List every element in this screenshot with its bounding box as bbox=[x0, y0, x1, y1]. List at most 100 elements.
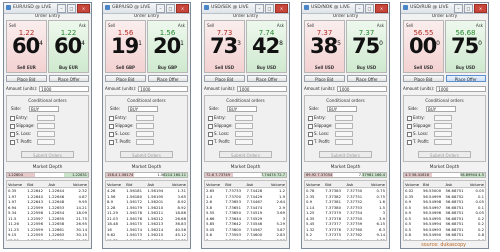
sell-quote-button[interactable]: Sell 56.55 00 0 Sell USD bbox=[403, 20, 444, 73]
stop-loss-input[interactable] bbox=[136, 131, 154, 137]
window-controls: – □ × bbox=[454, 4, 487, 13]
depth-row: 12.25 1.22596 1.22665 51.62 bbox=[7, 238, 88, 241]
slippage-checkbox[interactable] bbox=[308, 124, 313, 129]
slippage-input[interactable] bbox=[136, 123, 154, 129]
slippage-checkbox[interactable] bbox=[109, 124, 114, 129]
maximize-icon[interactable]: □ bbox=[67, 4, 76, 13]
take-profit-input[interactable] bbox=[335, 139, 353, 145]
close-icon[interactable]: × bbox=[77, 4, 90, 13]
sell-quote-button[interactable]: Sell 1.56 19 1 Sell GBP bbox=[105, 20, 146, 73]
side-select[interactable]: BUY bbox=[128, 106, 158, 112]
place-offer-button[interactable]: Place Offer bbox=[147, 75, 188, 82]
amount-input[interactable]: 1000 bbox=[237, 85, 287, 92]
slippage-input[interactable] bbox=[335, 123, 353, 129]
amount-input[interactable]: 1000 bbox=[39, 85, 89, 92]
take-profit-checkbox[interactable] bbox=[308, 140, 313, 145]
entry-input[interactable] bbox=[434, 115, 452, 121]
stop-loss-input[interactable] bbox=[434, 131, 452, 137]
buy-quote-button[interactable]: Ask 1.56 20 1 Buy GBP bbox=[147, 20, 188, 73]
take-profit-input[interactable] bbox=[37, 139, 55, 145]
take-profit-input[interactable] bbox=[235, 139, 253, 145]
take-profit-label: T. Profit: bbox=[413, 139, 430, 144]
entry-checkbox[interactable] bbox=[407, 116, 412, 121]
slippage-input[interactable] bbox=[235, 123, 253, 129]
slippage-input[interactable] bbox=[434, 123, 452, 129]
place-bid-button[interactable]: Place Bid bbox=[403, 75, 444, 82]
close-icon[interactable]: × bbox=[375, 4, 388, 13]
minimize-icon[interactable]: – bbox=[355, 4, 364, 13]
place-bid-button[interactable]: Place Bid bbox=[105, 75, 146, 82]
entry-input[interactable] bbox=[37, 115, 55, 121]
take-profit-checkbox[interactable] bbox=[407, 140, 412, 145]
close-icon[interactable]: × bbox=[176, 4, 189, 13]
side-select[interactable]: BUY bbox=[29, 106, 59, 112]
minimize-icon[interactable]: – bbox=[255, 4, 264, 13]
take-profit-checkbox[interactable] bbox=[208, 140, 213, 145]
stop-loss-checkbox[interactable] bbox=[208, 132, 213, 137]
amount-input[interactable]: 1000 bbox=[436, 85, 486, 92]
depth-bid-summary: 72.6 7.73749 bbox=[206, 173, 231, 177]
take-profit-input[interactable] bbox=[136, 139, 154, 145]
side-select[interactable]: BUY bbox=[426, 106, 456, 112]
entry-checkbox[interactable] bbox=[308, 116, 313, 121]
place-offer-button[interactable]: Place Offer bbox=[246, 75, 287, 82]
close-icon[interactable]: × bbox=[275, 4, 288, 13]
maximize-icon[interactable]: □ bbox=[265, 4, 274, 13]
buy-quote-button[interactable]: Ask 7.37 75 0 Buy USD bbox=[346, 20, 387, 73]
stop-loss-input[interactable] bbox=[335, 131, 353, 137]
place-bid-button[interactable]: Place Bid bbox=[204, 75, 245, 82]
stop-loss-checkbox[interactable] bbox=[407, 132, 412, 137]
sell-quote-button[interactable]: Sell 1.22 60 4 Sell EUR bbox=[6, 20, 47, 73]
maximize-icon[interactable]: □ bbox=[464, 4, 473, 13]
take-profit-checkbox[interactable] bbox=[10, 140, 15, 145]
maximize-icon[interactable]: □ bbox=[166, 4, 175, 13]
close-icon[interactable]: × bbox=[474, 4, 487, 13]
submit-orders-button[interactable]: Submit Orders bbox=[120, 151, 173, 158]
stop-loss-checkbox[interactable] bbox=[10, 132, 15, 137]
submit-orders-button[interactable]: Submit Orders bbox=[319, 151, 372, 158]
sell-quote-button[interactable]: Sell 7.73 73 3 Sell USD bbox=[204, 20, 245, 73]
place-offer-button[interactable]: Place Offer bbox=[346, 75, 387, 82]
stop-loss-input[interactable] bbox=[37, 131, 55, 137]
take-profit-label: T. Profit: bbox=[16, 139, 33, 144]
entry-checkbox[interactable] bbox=[208, 116, 213, 121]
buy-quote-button[interactable]: Ask 7.74 42 8 Buy USD bbox=[246, 20, 287, 73]
entry-input[interactable] bbox=[136, 115, 154, 121]
minimize-icon[interactable]: – bbox=[454, 4, 463, 13]
entry-checkbox[interactable] bbox=[109, 116, 114, 121]
slippage-input[interactable] bbox=[37, 123, 55, 129]
quote-panel: Sell 56.55 00 0 Sell USD Ask 56.68 75 0 Buy USD bbox=[403, 20, 486, 73]
place-bid-button[interactable]: Place Bid bbox=[304, 75, 345, 82]
buy-quote-button[interactable]: Ask 56.68 75 0 Buy USD bbox=[445, 20, 486, 73]
stop-loss-checkbox[interactable] bbox=[308, 132, 313, 137]
place-offer-button[interactable]: Place Offer bbox=[48, 75, 89, 82]
side-select[interactable]: BUY bbox=[327, 106, 357, 112]
submit-orders-button[interactable]: Submit Orders bbox=[418, 151, 471, 158]
buy-quote-button[interactable]: Ask 1.22 60 4 Buy EUR bbox=[48, 20, 89, 73]
slippage-checkbox[interactable] bbox=[10, 124, 15, 129]
place-offer-button[interactable]: Place Offer bbox=[445, 75, 486, 82]
take-profit-input[interactable] bbox=[434, 139, 452, 145]
stop-loss-input[interactable] bbox=[235, 131, 253, 137]
minimize-icon[interactable]: – bbox=[156, 4, 165, 13]
slippage-checkbox[interactable] bbox=[208, 124, 213, 129]
side-select[interactable]: BUY bbox=[227, 106, 257, 112]
minimize-icon[interactable]: – bbox=[57, 4, 66, 13]
take-profit-checkbox[interactable] bbox=[109, 140, 114, 145]
sell-quote-button[interactable]: Sell 7.37 38 5 Sell USD bbox=[304, 20, 345, 73]
maximize-icon[interactable]: □ bbox=[365, 4, 374, 13]
stop-loss-checkbox[interactable] bbox=[109, 132, 114, 137]
slippage-checkbox[interactable] bbox=[407, 124, 412, 129]
submit-orders-button[interactable]: Submit Orders bbox=[21, 151, 74, 158]
entry-input[interactable] bbox=[335, 115, 353, 121]
submit-orders-button[interactable]: Submit Orders bbox=[219, 151, 272, 158]
amount-input[interactable]: 1000 bbox=[337, 85, 387, 92]
sell-caption: Sell USD bbox=[413, 65, 434, 70]
amount-input[interactable]: 1000 bbox=[138, 85, 188, 92]
amount-row: Amount (units): 1000 bbox=[105, 85, 188, 92]
order-entry-window: EUR/USD @ LIVE – □ × Order Entry Sell 1.22 60 4 S… bbox=[3, 2, 92, 249]
depth-ask-summary: 56.89944 4.5 bbox=[459, 173, 484, 177]
place-bid-button[interactable]: Place Bid bbox=[6, 75, 47, 82]
entry-checkbox[interactable] bbox=[10, 116, 15, 121]
entry-input[interactable] bbox=[235, 115, 253, 121]
